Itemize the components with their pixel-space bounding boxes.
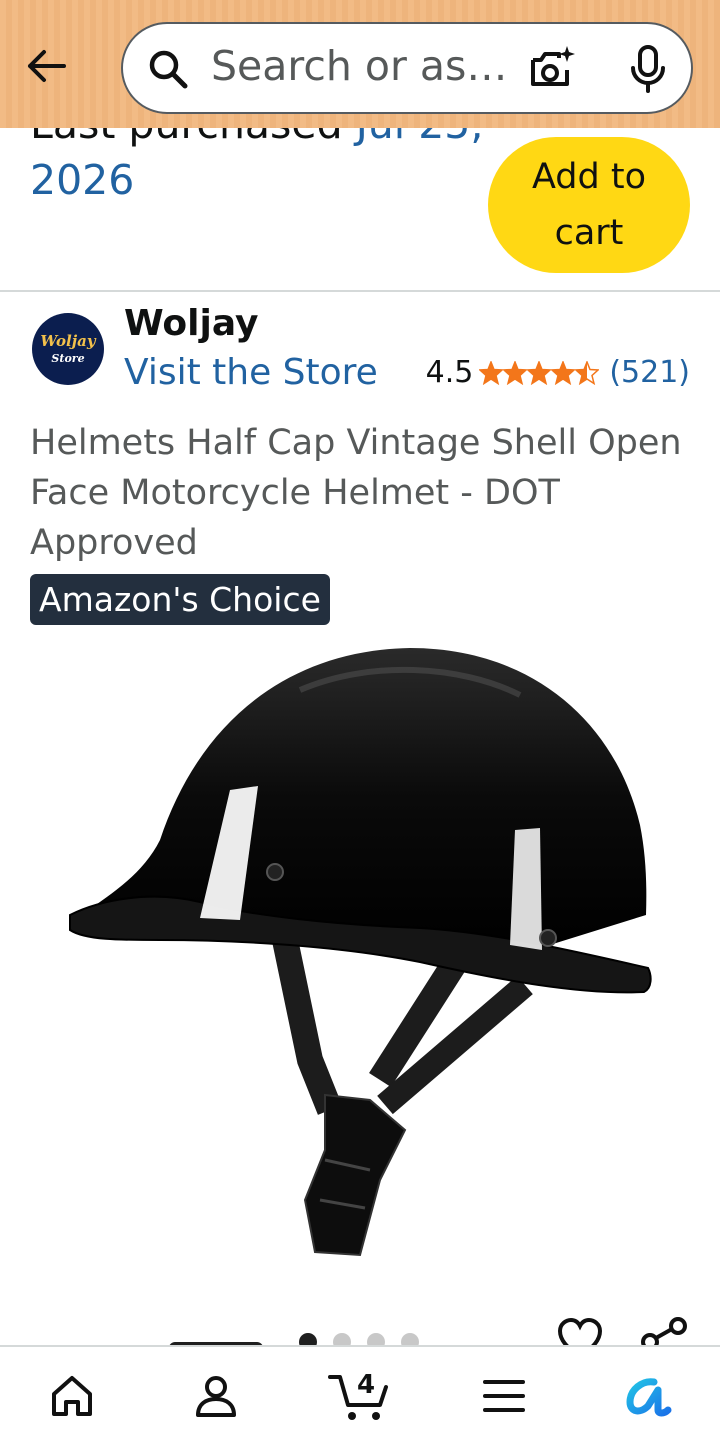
back-button[interactable] (20, 40, 72, 92)
last-purchased-section: Last purchased Jul 25, 2026 Add to cart (0, 100, 720, 290)
rufus-icon (626, 1378, 672, 1417)
bottom-navigation: 4 (0, 1345, 720, 1445)
cart-count-badge: 4 (357, 1370, 376, 1400)
helmet-image (69, 648, 652, 1257)
brand-logo[interactable]: Woljay Store (32, 313, 104, 385)
star-icon (551, 360, 576, 385)
nav-account[interactable] (161, 1348, 271, 1444)
brand-logo-text: Woljay (40, 332, 96, 350)
back-arrow-icon (28, 50, 66, 82)
product-image[interactable] (40, 640, 680, 1280)
search-field[interactable]: Search or as… (121, 22, 693, 114)
star-icon (575, 360, 600, 385)
visit-store-link[interactable]: Visit the Store (124, 352, 378, 393)
star-rating (479, 360, 600, 385)
rating-value: 4.5 (425, 355, 474, 390)
rating-summary[interactable]: 4.5 (521) (426, 355, 690, 390)
account-icon (196, 1376, 236, 1417)
star-icon (527, 360, 552, 385)
divider (0, 290, 720, 292)
brand-name: Woljay (124, 303, 259, 344)
menu-icon (483, 1380, 525, 1412)
nav-home[interactable] (17, 1348, 127, 1444)
star-icon (503, 360, 528, 385)
search-icon (149, 50, 188, 89)
nav-rufus[interactable] (593, 1348, 703, 1444)
nav-menu[interactable] (449, 1348, 559, 1444)
product-title: Helmets Half Cap Vintage Shell Open Face… (30, 423, 682, 563)
brand-logo-subtext: Store (51, 352, 85, 365)
amazons-choice-badge: Amazon's Choice (30, 574, 330, 625)
nav-cart[interactable]: 4 (305, 1348, 415, 1444)
star-icon (479, 360, 504, 385)
camera-search-icon[interactable] (527, 44, 577, 94)
home-icon (52, 1376, 92, 1416)
microphone-icon[interactable] (625, 44, 671, 94)
top-search-bar: Search or as… (0, 0, 720, 128)
search-input[interactable]: Search or as… (211, 42, 507, 90)
rating-count[interactable]: (521) (609, 355, 690, 390)
add-to-cart-button[interactable]: Add to cart (488, 137, 690, 273)
